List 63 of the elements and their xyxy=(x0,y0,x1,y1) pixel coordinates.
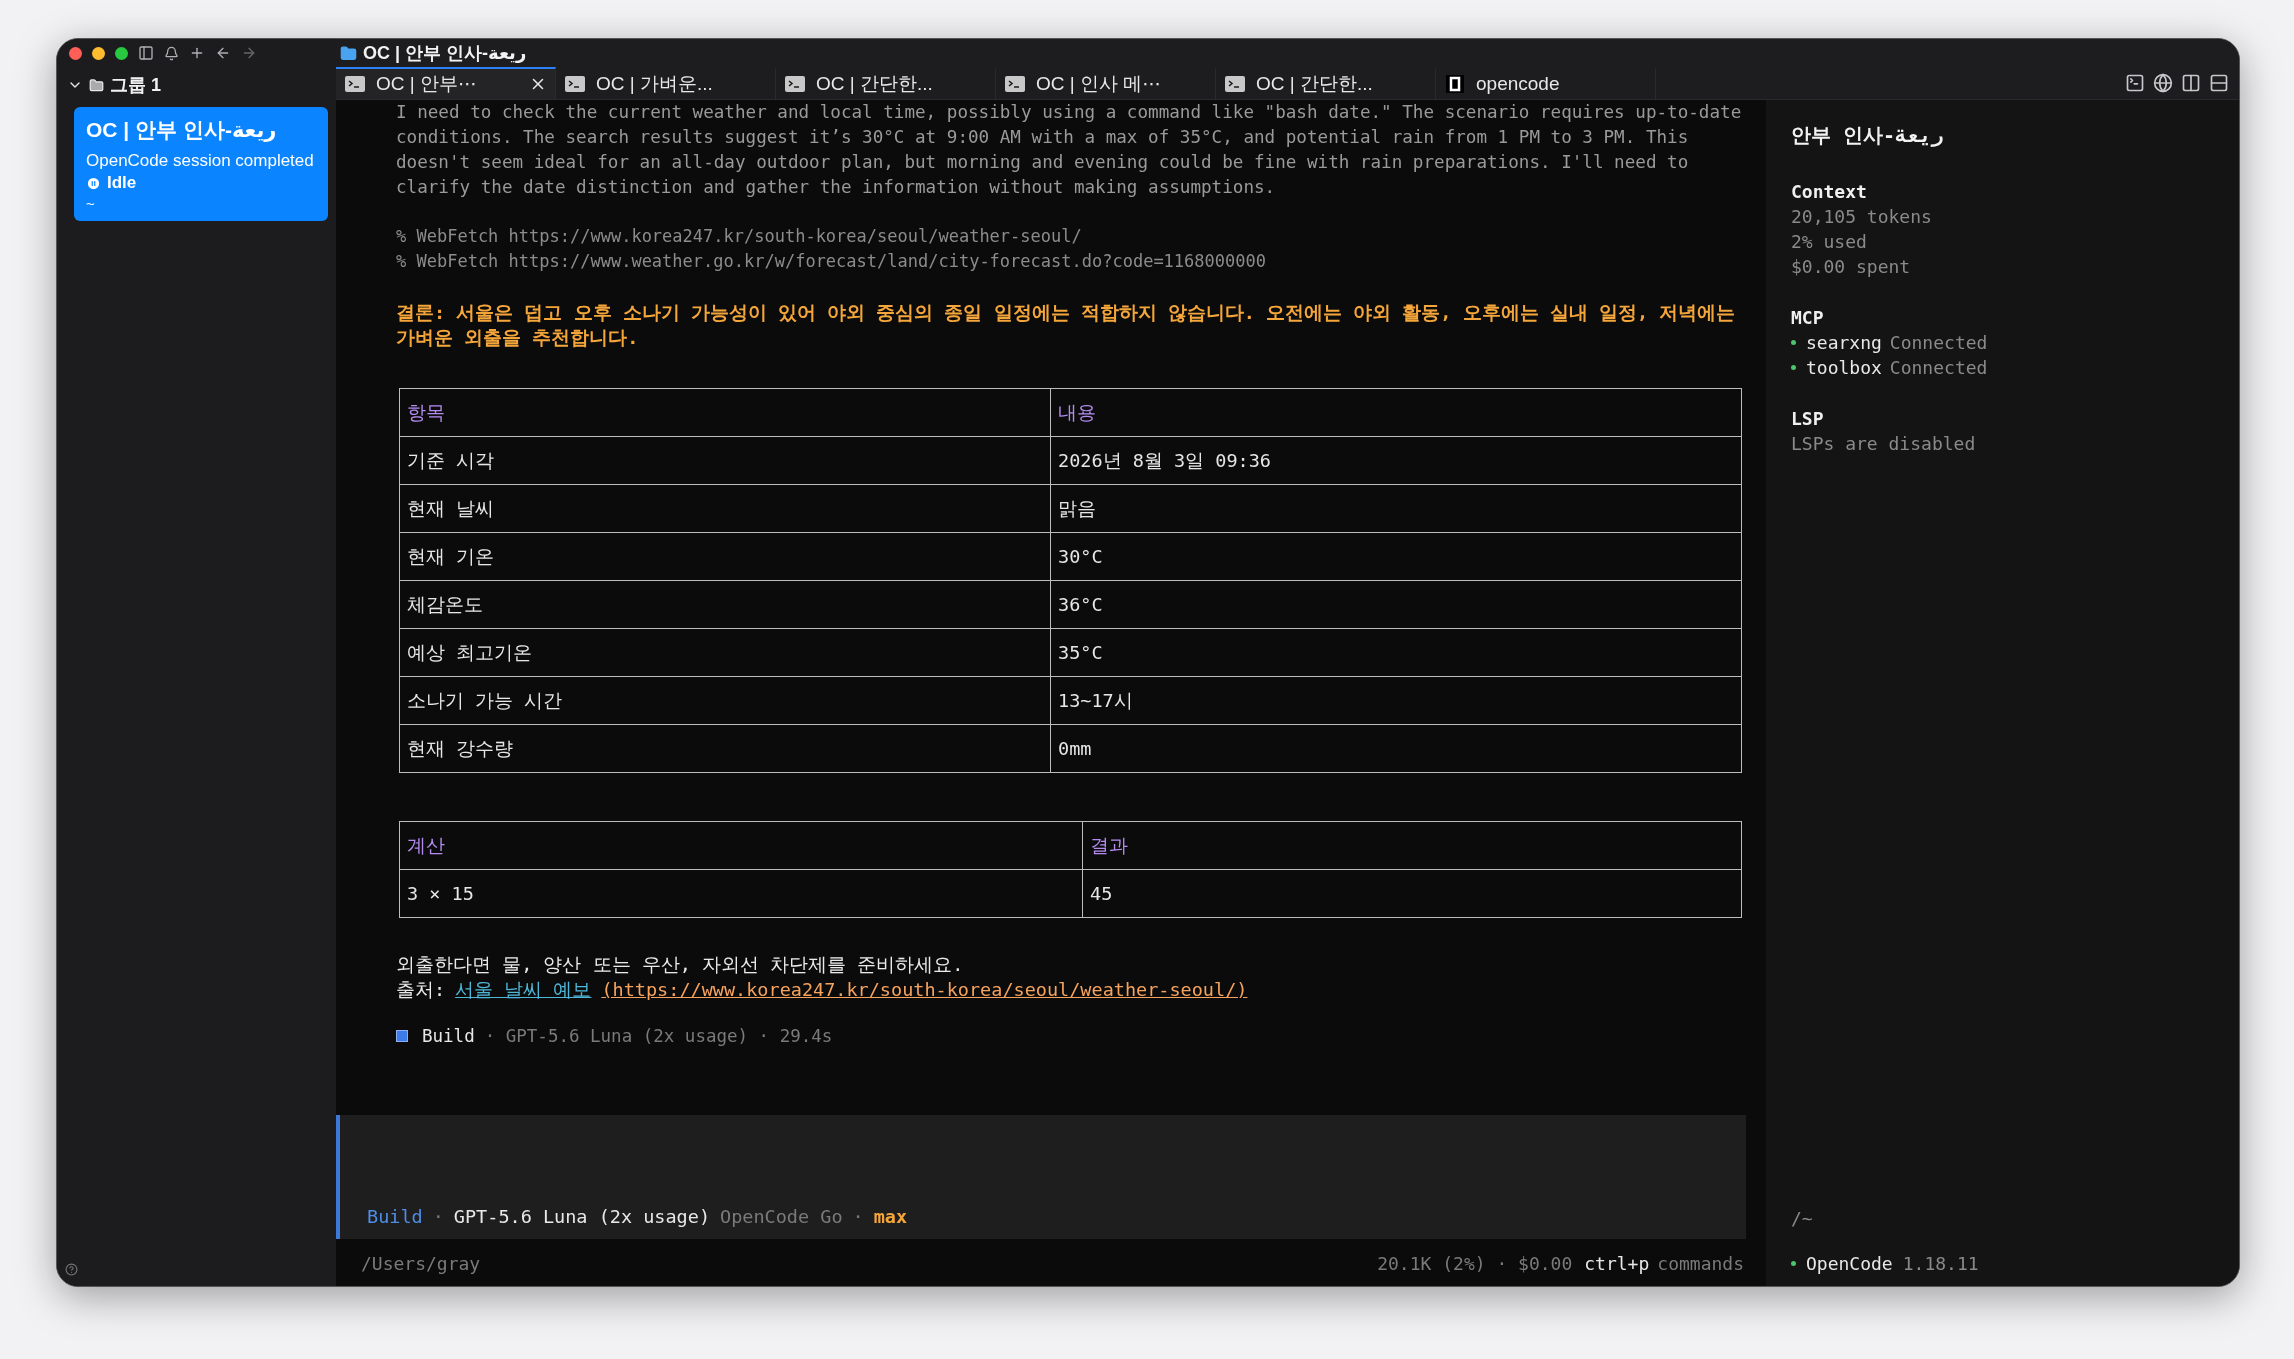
info-line: LSPs are disabled xyxy=(1791,432,1977,456)
table-cell: 13~17시 xyxy=(1050,676,1742,725)
info-line: 20,105 tokens xyxy=(1791,205,1933,229)
tool-call-line: % WebFetch https://www.korea247.kr/south-korea/seoul/weather-seoul/ xyxy=(396,225,1083,248)
source-link[interactable]: 서울 날씨 예보 xyxy=(455,977,592,1002)
session-subtitle: OpenCode session completed xyxy=(86,150,315,171)
separator: · xyxy=(852,1206,864,1227)
table-cell: 체감온도 xyxy=(399,580,1051,629)
section-heading: Context xyxy=(1791,180,1868,204)
session-status: Idle xyxy=(107,173,137,193)
table-cell: 예상 최고기온 xyxy=(399,628,1051,677)
table-cell: 맑음 xyxy=(1050,484,1742,533)
server-name: searxng xyxy=(1806,331,1882,355)
table-cell: 현재 기온 xyxy=(399,532,1051,581)
table-cell: 45 xyxy=(1082,869,1742,918)
table-cell: 30°C xyxy=(1050,532,1742,581)
table-cell: 3 × 15 xyxy=(399,869,1083,918)
table-cell: 36°C xyxy=(1050,580,1742,629)
group-label[interactable]: 그룹 1 xyxy=(110,73,161,97)
table-cell: 소나기 가능 시간 xyxy=(399,676,1051,725)
table-cell: 기준 시각 xyxy=(399,436,1051,485)
info-line: $0.00 spent xyxy=(1791,255,1912,279)
session-title: OC | 안부 인사-ريعة xyxy=(86,117,278,144)
cwd-path: /~ xyxy=(1791,1208,1814,1229)
prompt-input[interactable]: Build · GPT-5.6 Luna (2x usage) OpenCode Go · max xyxy=(336,1115,1746,1239)
separator: · xyxy=(432,1206,444,1227)
note-text: 외출한다면 물, 양산 또는 우산, 자외선 차단제를 준비하세요. xyxy=(396,953,965,977)
variant-name: max xyxy=(873,1206,908,1227)
source-label: 출처: xyxy=(396,978,446,1002)
conclusion-text: 결론: 서울은 덥고 오후 소나기 가능성이 있어 야외 중심의 종일 일정에는 적합하지 않습니다. 오전에는 야외 활동, 오후에는 실내 일정, 저녁에는 가벼운 외출을 추천합니다. xyxy=(396,301,1737,350)
version-text: 1.18.11 xyxy=(1902,1253,1979,1274)
run-details: · GPT-5.6 Luna (2x usage) · 29.4s xyxy=(484,1026,833,1046)
tab[interactable]: OC | 안부⋯ xyxy=(336,67,556,99)
table-cell: 현재 강수량 xyxy=(399,724,1051,773)
column-header: 계산 xyxy=(399,821,1083,870)
server-name: toolbox xyxy=(1806,356,1882,380)
column-header: 내용 xyxy=(1050,388,1742,437)
session-path: ~ xyxy=(86,195,96,212)
server-status: Connected xyxy=(1889,331,1988,355)
usage-text: 20.1K (2%) · $0.00 xyxy=(1377,1253,1573,1274)
table-cell: 35°C xyxy=(1050,628,1742,677)
app-name: OpenCode xyxy=(1806,1253,1893,1274)
section-heading: LSP xyxy=(1791,407,1825,431)
server-status: Connected xyxy=(1889,356,1988,380)
shortcut-key: ctrl+p xyxy=(1584,1253,1650,1274)
reasoning-text: I need to check the current weather and local time, possibly using a command like "bash date." The scenario requires up-to-date conditions. The search results suggest it’s 30°C at 9:00 AM with a max of 35°C, and potential rain from 1 PM to 3 PM. This doesn't seem ideal for an all-day outdoor plan, but morning and evening could be fine with rain preparations. I'll need to clarify the date distinction and gather the information without making assumptions. xyxy=(396,101,1743,199)
column-header: 항목 xyxy=(399,388,1051,437)
model-name: GPT-5.6 Luna (2x usage) xyxy=(453,1206,711,1227)
session-title: 안부 인사-ريعة xyxy=(1791,122,1945,149)
agent-name: Build xyxy=(367,1206,423,1227)
column-header: 결과 xyxy=(1082,821,1742,870)
window-title: OC | 안부 인사-ريعة xyxy=(363,42,527,65)
table-cell: 현재 날씨 xyxy=(399,484,1051,533)
provider-name: OpenCode Go xyxy=(720,1206,843,1227)
tool-call-line: % WebFetch https://www.weather.go.kr/w/forecast/land/city-forecast.do?code=1168000000 xyxy=(396,250,1267,273)
info-line: 2% used xyxy=(1791,230,1868,254)
agent-name: Build xyxy=(422,1026,475,1046)
url-link[interactable]: (https://www.korea247.kr/south-korea/seoul/weather-seoul/) xyxy=(601,977,1248,1002)
section-heading: MCP xyxy=(1791,306,1825,330)
table-cell: 0mm xyxy=(1050,724,1742,773)
shortcut-label: commands xyxy=(1657,1253,1744,1274)
cwd-path: /Users/gray xyxy=(361,1253,482,1274)
table-cell: 2026년 8월 3일 09:36 xyxy=(1050,436,1742,485)
